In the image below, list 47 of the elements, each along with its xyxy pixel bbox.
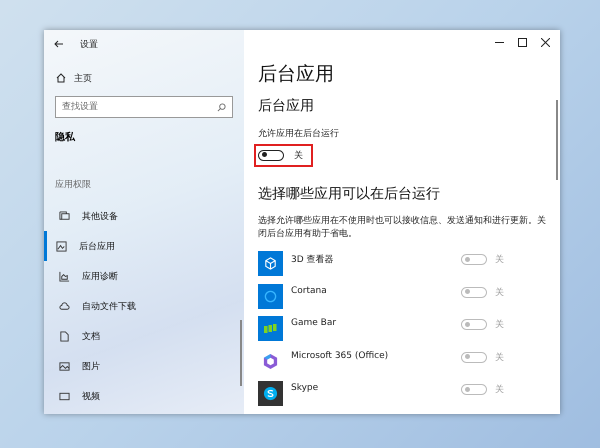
page-title: 后台应用 (258, 62, 335, 87)
toggle-state: 关 (495, 384, 504, 396)
picture-frame-icon (56, 240, 67, 252)
app-name: 3D 查看器 (291, 254, 335, 266)
close-icon[interactable] (541, 38, 550, 47)
toggle-state: 关 (495, 318, 504, 332)
ring-icon (258, 284, 283, 309)
sidebar-item[interactable]: 文档 (44, 321, 244, 351)
cube-icon (258, 251, 283, 276)
sidebar-item[interactable]: 后台应用 (44, 231, 244, 261)
scrollbar[interactable] (240, 320, 242, 386)
sidebar-item[interactable]: 自动文件下载 (44, 291, 244, 321)
section-heading: 选择哪些应用可以在后台运行 (258, 184, 441, 203)
toggle-state: 关 (495, 254, 504, 266)
toggle-state: 关 (294, 150, 303, 162)
description-text: 选择允许哪些应用在不使用时也可以接收信息、发送通知和进行更新。关闭后台应用有助于省电。 (258, 214, 547, 241)
section-subtitle: 后台应用 (258, 96, 315, 115)
toggle-state: 关 (495, 352, 504, 364)
bars-icon (258, 316, 283, 342)
scrollbar[interactable] (556, 100, 558, 180)
app-name: Cortana (291, 286, 328, 296)
group-label: 应用权限 (54, 178, 92, 192)
document-icon (59, 330, 70, 342)
letter-s-icon (258, 381, 283, 406)
screen-icon (59, 390, 70, 402)
sidebar-item[interactable]: 应用诊断 (44, 261, 244, 291)
devices-icon (59, 210, 70, 222)
app-name: Game Bar (291, 318, 338, 328)
maximize-icon[interactable] (518, 38, 527, 47)
toggle-switch[interactable] (258, 150, 284, 161)
sidebar-item[interactable]: 图片 (44, 351, 244, 381)
window-title: 设置 (80, 38, 98, 50)
home-link[interactable]: 主页 (74, 72, 92, 84)
sidebar-item[interactable]: 视频 (44, 381, 244, 411)
home-icon[interactable] (56, 73, 66, 83)
sidebar-item[interactable]: 其他设备 (44, 201, 244, 231)
section-title: 隐私 (54, 130, 76, 144)
toggle-state: 关 (495, 286, 504, 299)
search-field[interactable]: 查找设置 (55, 96, 233, 118)
back-arrow-icon[interactable] (54, 40, 64, 48)
app-name: Microsoft 365 (Office) (291, 350, 390, 361)
search-icon (217, 103, 226, 112)
cloud-icon (59, 300, 70, 312)
setting-label: 允许应用在后台运行 (258, 128, 340, 140)
app-name: Skype (291, 383, 320, 394)
picture-icon (59, 360, 70, 372)
chart-icon (59, 270, 70, 282)
